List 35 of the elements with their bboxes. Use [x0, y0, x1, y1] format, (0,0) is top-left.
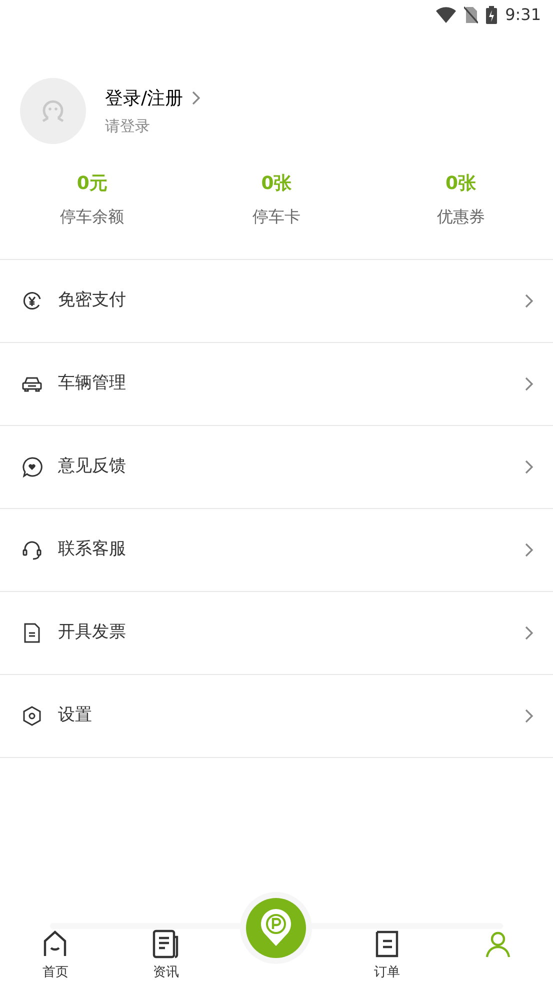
headset-icon [21, 539, 43, 561]
newspaper-icon [150, 929, 181, 959]
chevron-right-icon [524, 708, 534, 724]
tab[interactable]: 首页 [40, 929, 70, 982]
yen-coin-icon [21, 290, 43, 312]
chevron-right-icon [191, 90, 202, 106]
stat-value: 0张 [446, 172, 476, 196]
menu-item[interactable]: 联系客服 [0, 509, 553, 592]
stat-value: 0张 [261, 172, 292, 196]
tab[interactable]: 资讯 [150, 929, 181, 982]
menu-item[interactable]: 免密支付 [0, 260, 553, 343]
stat-label: 停车卡 [252, 206, 300, 228]
chevron-right-icon [524, 625, 534, 641]
stat-value: 0元 [76, 172, 108, 196]
parking-pin-icon [260, 909, 292, 947]
menu-item[interactable]: 车辆管理 [0, 343, 553, 426]
menu-item[interactable]: 意见反馈 [0, 426, 553, 509]
chevron-right-icon [524, 542, 534, 558]
parking-button[interactable] [246, 898, 306, 958]
tab[interactable]: 订单 [372, 929, 402, 982]
battery-icon [486, 6, 498, 24]
stat-label: 优惠券 [436, 206, 485, 228]
status-time: 9:31 [505, 4, 541, 26]
chevron-right-icon [524, 459, 534, 475]
stat-label: 停车余额 [60, 206, 124, 228]
chevron-right-icon [524, 376, 534, 392]
no-sim-icon [464, 6, 478, 24]
menu-item[interactable]: 开具发票 [0, 592, 553, 675]
login-hint: 请登录 [105, 116, 151, 137]
chevron-right-icon [524, 293, 534, 309]
menu-item[interactable]: 设置 [0, 675, 553, 758]
login-link[interactable]: 登录/注册 [105, 84, 184, 112]
chat-heart-icon [21, 456, 43, 478]
wifi-icon [436, 7, 456, 23]
settings-icon [21, 705, 43, 727]
